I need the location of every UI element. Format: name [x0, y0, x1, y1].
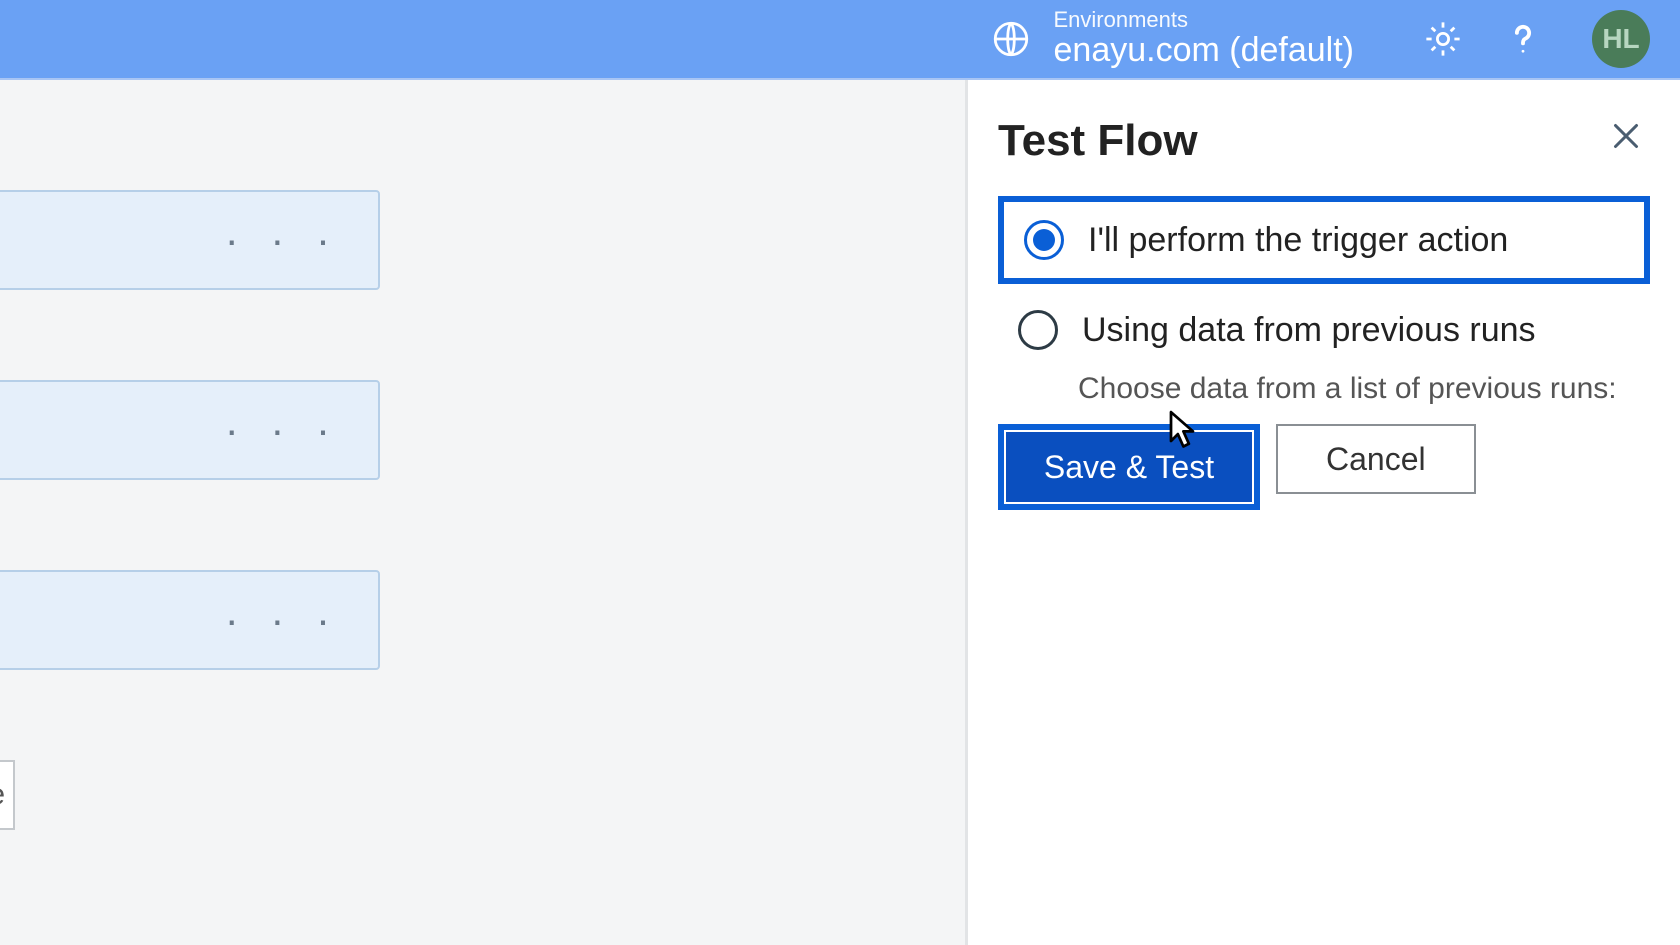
gear-icon[interactable]: [1422, 18, 1464, 60]
flow-step-card[interactable]: · · ·: [0, 190, 380, 290]
new-step-card[interactable]: e: [0, 760, 15, 830]
globe-icon: [990, 18, 1032, 60]
radio-icon: [1018, 310, 1058, 350]
test-flow-panel: Test Flow I'll perform the trigger actio…: [965, 80, 1680, 945]
environment-selector[interactable]: Environments enayu.com (default): [990, 8, 1355, 70]
radio-option-manual-trigger[interactable]: I'll perform the trigger action: [998, 196, 1650, 284]
environment-label: Environments: [1054, 8, 1355, 32]
radio-option-previous-runs[interactable]: Using data from previous runs: [998, 292, 1650, 368]
radio-icon: [1024, 220, 1064, 260]
cancel-button[interactable]: Cancel: [1276, 424, 1476, 494]
radio-option-subtext: Choose data from a list of previous runs…: [1078, 372, 1650, 406]
avatar[interactable]: HL: [1592, 10, 1650, 68]
new-step-text: e: [0, 778, 5, 812]
panel-title: Test Flow: [998, 116, 1650, 166]
avatar-initials: HL: [1602, 23, 1639, 55]
close-icon[interactable]: [1608, 118, 1644, 159]
radio-label: I'll perform the trigger action: [1088, 221, 1508, 260]
save-test-button[interactable]: Save & Test: [1006, 432, 1252, 502]
help-icon[interactable]: [1502, 18, 1544, 60]
app-header: Environments enayu.com (default) HL: [0, 0, 1680, 80]
flow-canvas: · · · · · · · · · e: [0, 80, 965, 945]
flow-step-card[interactable]: · · ·: [0, 570, 380, 670]
save-test-highlight: Save & Test: [998, 424, 1260, 510]
environment-value: enayu.com (default): [1054, 32, 1355, 69]
flow-step-card[interactable]: · · ·: [0, 380, 380, 480]
radio-label: Using data from previous runs: [1082, 311, 1536, 350]
